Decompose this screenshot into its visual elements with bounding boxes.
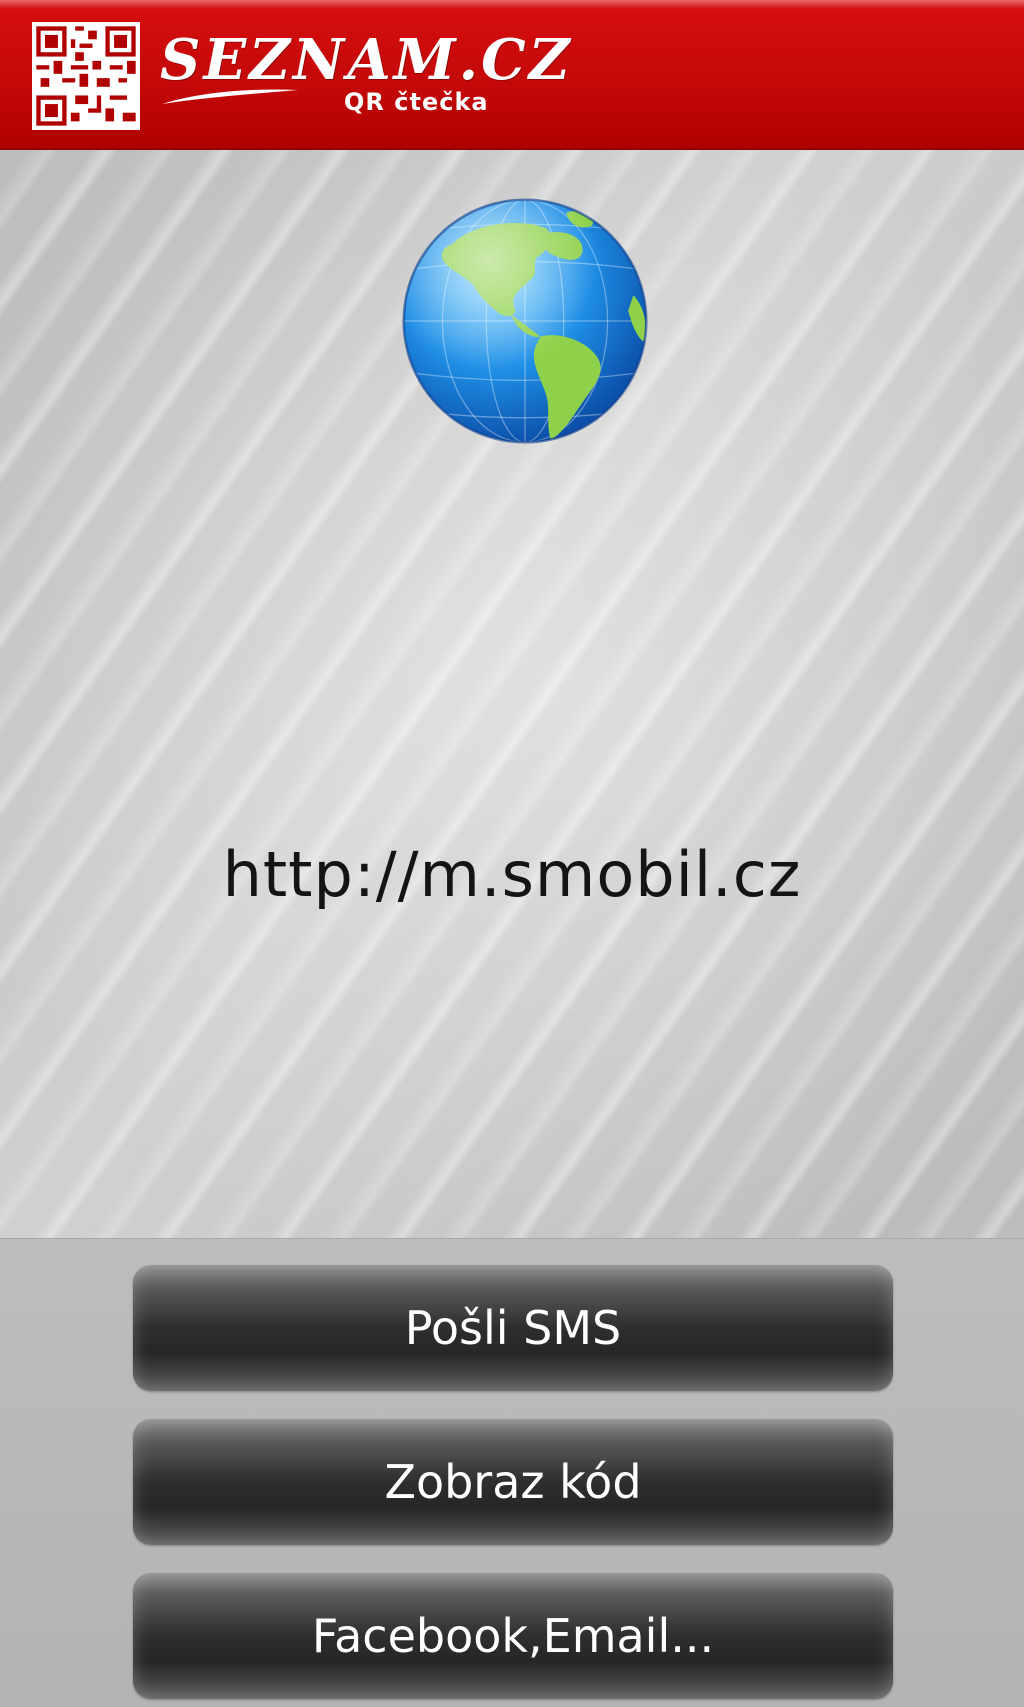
qr-code-icon	[32, 22, 140, 130]
scan-result-panel: http://m.smobil.cz	[0, 150, 1024, 1238]
logo-text: SEZNAM.CZ	[160, 27, 573, 93]
app-header: SEZNAM.CZ QR čtečka	[0, 0, 1024, 150]
show-code-button[interactable]: Zobraz kód	[133, 1419, 893, 1545]
qr-reader-screen: SEZNAM.CZ QR čtečka http://m.smobil.cz P…	[0, 0, 1024, 1707]
seznam-logo: SEZNAM.CZ QR čtečka	[160, 28, 570, 128]
logo-swoosh-icon	[162, 89, 298, 104]
globe-icon	[402, 198, 648, 444]
app-subtitle: QR čtečka	[344, 88, 489, 116]
scanned-url[interactable]: http://m.smobil.cz	[0, 838, 1024, 911]
share-button[interactable]: Facebook,Email...	[133, 1573, 893, 1699]
send-sms-button[interactable]: Pošli SMS	[133, 1265, 893, 1391]
actions-panel: Pošli SMS Zobraz kód Facebook,Email...	[0, 1238, 1024, 1707]
